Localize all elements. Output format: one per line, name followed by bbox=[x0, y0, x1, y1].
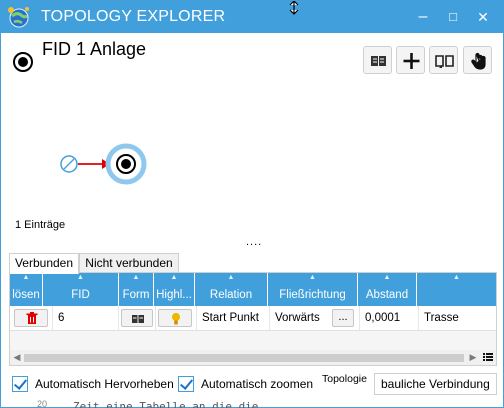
topologie-select[interactable]: bauliche Verbindung bbox=[374, 373, 497, 395]
typ-cell: Trasse bbox=[424, 312, 459, 324]
page-title: FID 1 Anlage bbox=[42, 39, 147, 59]
plus-icon bbox=[403, 53, 420, 69]
tab-nicht-verbunden[interactable]: Nicht verbunden bbox=[79, 253, 179, 273]
book-icon bbox=[371, 56, 386, 66]
auto-highlight-checkbox[interactable] bbox=[12, 376, 28, 392]
topology-explorer-window: TOPOLOGY EXPLORER – □ ✕ FID 1 Anlage 1 E… bbox=[0, 0, 504, 408]
topology-canvas[interactable] bbox=[1, 91, 503, 221]
add-button[interactable] bbox=[396, 46, 425, 74]
highlight-cell bbox=[156, 306, 197, 331]
fid-cell: 6 bbox=[53, 306, 119, 331]
delete-button[interactable] bbox=[14, 309, 48, 327]
scroll-thumb[interactable] bbox=[24, 354, 464, 362]
auto-zoom-label: Automatisch zoomen bbox=[201, 377, 314, 391]
column-header[interactable]: ▲ Relation bbox=[195, 273, 268, 306]
connections-table: ▲ lösen ▲ FID ▲ Form ▲ Highl... ▲ Relation ▲ F… bbox=[9, 272, 497, 366]
hand-pointer-icon bbox=[471, 52, 486, 70]
close-button[interactable]: ✕ bbox=[471, 5, 495, 29]
column-header[interactable]: ▲ Highl... bbox=[154, 273, 195, 306]
table-header: ▲ lösen ▲ FID ▲ Form ▲ Highl... ▲ Relation ▲ F… bbox=[10, 273, 496, 306]
column-header[interactable]: ▲ Abstand bbox=[358, 273, 417, 306]
column-header[interactable]: ▲ Fließrichtung bbox=[268, 273, 358, 306]
pan-button[interactable] bbox=[463, 46, 492, 74]
scroll-left-icon[interactable]: ◀ bbox=[11, 351, 23, 364]
delete-icon bbox=[26, 312, 38, 324]
open-book-button[interactable] bbox=[429, 46, 458, 74]
relation-cell: Start Punkt bbox=[197, 306, 270, 331]
background-line-number: 20 bbox=[37, 399, 48, 408]
resize-cursor-icon bbox=[288, 0, 300, 15]
title-bar[interactable]: TOPOLOGY EXPLORER – □ ✕ bbox=[1, 1, 503, 33]
tab-verbunden[interactable]: Verbunden bbox=[9, 253, 79, 274]
column-header[interactable]: ▲ lösen bbox=[10, 273, 43, 306]
window-title: TOPOLOGY EXPLORER bbox=[41, 8, 226, 25]
fliessrichtung-more-button[interactable]: ... bbox=[332, 309, 354, 327]
column-header[interactable]: ▲ bbox=[417, 273, 496, 306]
book-icon bbox=[132, 315, 144, 323]
column-header[interactable]: ▲ Form bbox=[119, 273, 154, 306]
scroll-right-icon[interactable]: ▶ bbox=[467, 351, 479, 364]
form-cell bbox=[119, 306, 156, 331]
fliessrichtung-cell: Vorwärts ... bbox=[270, 306, 360, 331]
column-chooser-icon[interactable] bbox=[482, 351, 494, 364]
highlight-button[interactable] bbox=[158, 309, 192, 327]
maximize-button[interactable]: □ bbox=[441, 5, 465, 29]
abstand-cell: 0,0001 bbox=[360, 306, 419, 331]
table-row[interactable]: 6 Start Punkt Vorwärts ... 0,0001 Trasse bbox=[10, 306, 496, 331]
open-book-icon bbox=[435, 55, 454, 68]
globe-app-icon bbox=[5, 4, 33, 30]
selected-radio-icon bbox=[13, 52, 33, 72]
topologie-label: Topologie bbox=[322, 373, 367, 385]
fliessrichtung-value: Vorwärts bbox=[275, 312, 320, 324]
auto-zoom-checkbox[interactable] bbox=[178, 376, 194, 392]
minimize-button[interactable]: – bbox=[411, 5, 435, 29]
background-code-text: Zeit eine Tabelle an die die bbox=[73, 400, 259, 408]
loesen-cell bbox=[10, 306, 53, 331]
entries-count: 1 Einträge bbox=[15, 219, 66, 231]
auto-highlight-label: Automatisch Hervorheben bbox=[35, 377, 174, 391]
form-button[interactable] bbox=[121, 309, 153, 327]
column-header[interactable]: ▲ FID bbox=[43, 273, 119, 306]
splitter-handle[interactable]: .... bbox=[246, 236, 262, 248]
bulb-icon bbox=[172, 313, 180, 325]
horizontal-scrollbar[interactable]: ◀ ▶ bbox=[10, 350, 496, 365]
book-button[interactable] bbox=[363, 46, 392, 74]
